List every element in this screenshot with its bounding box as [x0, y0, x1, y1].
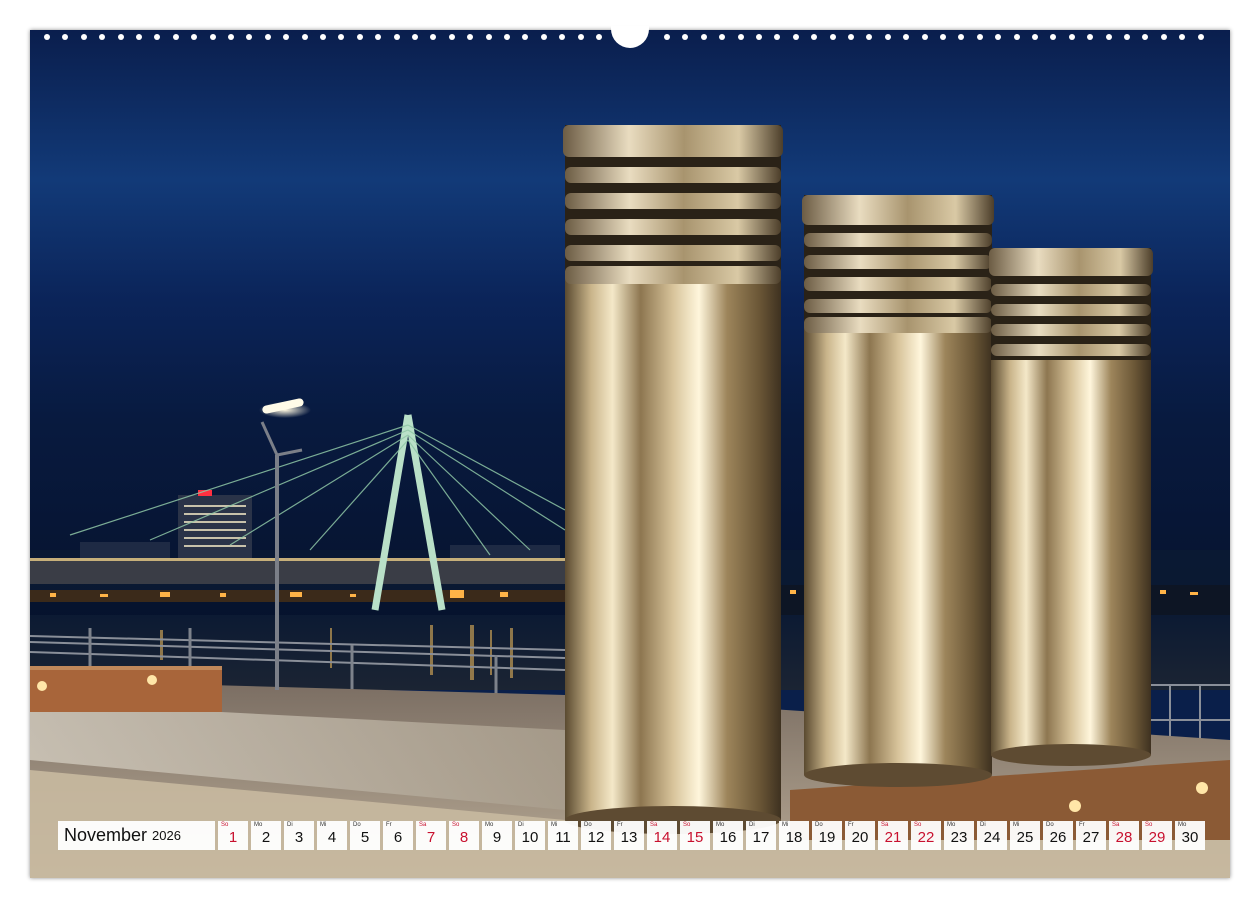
day-cell: Mi 18	[779, 821, 809, 850]
day-number: 26	[1049, 829, 1067, 846]
day-number: 7	[426, 829, 436, 846]
day-number: 19	[818, 829, 836, 846]
day-cell: So 15	[680, 821, 710, 850]
weekday-label: So	[683, 822, 691, 828]
day-cell: Mo 23	[944, 821, 974, 850]
day-number: 22	[917, 829, 935, 846]
day-number: 3	[294, 829, 304, 846]
day-cell: Sa 7	[416, 821, 446, 850]
day-number: 27	[1082, 829, 1100, 846]
day-number: 21	[884, 829, 902, 846]
day-cell: Mo 16	[713, 821, 743, 850]
weekday-label: So	[1145, 822, 1153, 828]
day-cell: So 29	[1142, 821, 1172, 850]
day-cell: So 1	[218, 821, 248, 850]
calendar-page	[30, 30, 1230, 878]
weekday-label: Di	[749, 822, 755, 828]
day-number: 13	[620, 829, 638, 846]
day-number: 15	[686, 829, 704, 846]
day-cell: Mo 2	[251, 821, 281, 850]
weekday-label: Do	[353, 822, 361, 828]
day-cell: Sa 14	[647, 821, 677, 850]
day-number: 23	[950, 829, 968, 846]
weekday-label: Sa	[650, 822, 658, 828]
day-number: 17	[752, 829, 770, 846]
day-number: 11	[555, 829, 571, 846]
day-number: 14	[653, 829, 671, 846]
day-cell: Mi 11	[548, 821, 578, 850]
steel-chimney-2	[802, 195, 994, 787]
weekday-label: Di	[980, 822, 986, 828]
day-cell: Do 19	[812, 821, 842, 850]
day-number: 9	[492, 829, 502, 846]
day-cell: Mi 25	[1010, 821, 1040, 850]
day-number: 4	[327, 829, 337, 846]
weekday-label: Di	[518, 822, 524, 828]
day-number: 30	[1181, 829, 1199, 846]
weekday-label: Do	[584, 822, 592, 828]
day-cell: So 22	[911, 821, 941, 850]
weekday-label: Do	[815, 822, 823, 828]
day-number: 1	[228, 829, 238, 846]
day-number: 10	[521, 829, 539, 846]
day-cell: Fr 13	[614, 821, 644, 850]
day-number: 16	[719, 829, 737, 846]
weekday-label: Mo	[1178, 822, 1187, 828]
day-cell: Mi 4	[317, 821, 347, 850]
steel-chimney-1	[563, 125, 783, 834]
weekday-label: Fr	[848, 822, 854, 828]
steel-chimney-3	[989, 248, 1153, 766]
month-year: 2026	[152, 828, 181, 843]
weekday-label: Sa	[1112, 822, 1120, 828]
day-cell: Do 5	[350, 821, 380, 850]
day-cell: Di 10	[515, 821, 545, 850]
weekday-label: Fr	[617, 822, 623, 828]
day-number: 24	[983, 829, 1001, 846]
day-cell: Di 24	[977, 821, 1007, 850]
weekday-label: Do	[1046, 822, 1054, 828]
day-cell: Fr 6	[383, 821, 413, 850]
day-number: 18	[785, 829, 803, 846]
day-number: 6	[393, 829, 403, 846]
month-label: November 2026	[58, 821, 215, 850]
weekday-label: Mo	[254, 822, 263, 828]
weekday-label: Mo	[485, 822, 494, 828]
day-cell: Do 26	[1043, 821, 1073, 850]
weekday-label: Sa	[419, 822, 427, 828]
calendar-strip: November 2026 So 1 Mo 2 Di 3 Mi 4 Do 5 Fr 6 Sa 7 So 8 Mo…	[58, 821, 1205, 850]
weekday-label: Mi	[1013, 822, 1020, 828]
day-cell: Di 17	[746, 821, 776, 850]
weekday-label: Mo	[947, 822, 956, 828]
day-number: 25	[1016, 829, 1034, 846]
weekday-label: So	[452, 822, 460, 828]
day-cell: Di 3	[284, 821, 314, 850]
day-cell: Sa 21	[878, 821, 908, 850]
day-cell: Do 12	[581, 821, 611, 850]
weekday-label: So	[914, 822, 922, 828]
day-cell: Sa 28	[1109, 821, 1139, 850]
day-number: 2	[261, 829, 271, 846]
day-number: 8	[459, 829, 469, 846]
weekday-label: Mi	[782, 822, 789, 828]
weekday-label: Sa	[881, 822, 889, 828]
month-name: November	[64, 825, 148, 845]
day-cell: Fr 27	[1076, 821, 1106, 850]
weekday-label: So	[221, 822, 229, 828]
day-number: 28	[1115, 829, 1133, 846]
weekday-label: Di	[287, 822, 293, 828]
day-cell: So 8	[449, 821, 479, 850]
day-cell: Mo 30	[1175, 821, 1205, 850]
weekday-label: Fr	[386, 822, 392, 828]
weekday-label: Fr	[1079, 822, 1085, 828]
day-number: 12	[587, 829, 605, 846]
day-cell: Fr 20	[845, 821, 875, 850]
weekday-label: Mo	[716, 822, 725, 828]
night-riverside-photo	[30, 30, 1230, 878]
day-number: 5	[360, 829, 370, 846]
weekday-label: Mi	[320, 822, 327, 828]
day-number: 29	[1148, 829, 1166, 846]
weekday-label: Mi	[551, 822, 558, 828]
day-number: 20	[851, 829, 869, 846]
day-cell: Mo 9	[482, 821, 512, 850]
